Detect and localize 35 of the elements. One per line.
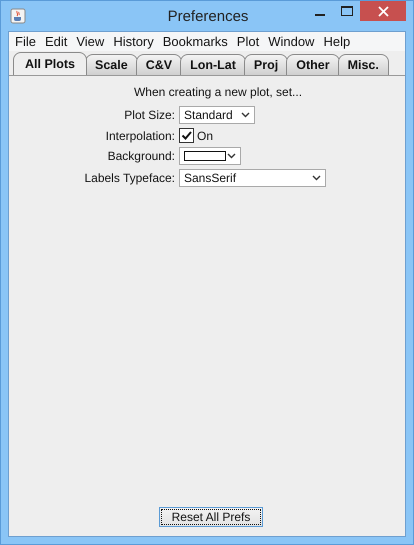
reset-button[interactable]: Reset All Prefs	[158, 507, 264, 527]
chevron-icon	[227, 153, 236, 159]
minimize-icon	[314, 14, 324, 16]
menu-item[interactable]: File	[11, 34, 41, 49]
heading-text: When creating a new plot, set...	[132, 85, 304, 99]
checkbox-label: On	[197, 128, 214, 142]
tab[interactable]: Scale	[85, 54, 138, 75]
maximize-icon	[340, 6, 352, 16]
close-icon	[378, 6, 388, 16]
menu-item[interactable]: Bookmarks	[158, 34, 233, 49]
field-label: Labels Typeface:	[83, 171, 176, 185]
menu-item[interactable]: Edit	[40, 34, 72, 49]
field-label: Background:	[106, 149, 176, 163]
menu-item[interactable]: View	[72, 34, 110, 49]
coffee-cup-icon	[10, 8, 26, 24]
tab[interactable]: C&V	[136, 54, 182, 75]
color-dropdown[interactable]	[179, 147, 241, 165]
tab[interactable]: Proj	[244, 54, 288, 75]
chevron-icon	[312, 175, 321, 181]
window-title: Preferences	[166, 8, 250, 24]
menu-item[interactable]: Plot	[232, 34, 264, 49]
tab[interactable]: Other	[286, 54, 340, 75]
chevron-icon	[241, 112, 250, 118]
checkbox[interactable]	[179, 128, 194, 143]
tab[interactable]: Misc.	[338, 54, 389, 75]
menu-item[interactable]: History	[109, 34, 159, 49]
tab[interactable]: All Plots	[13, 52, 88, 75]
tab[interactable]: Lon-Lat	[180, 54, 246, 75]
field-label: Plot Size:	[123, 108, 176, 122]
dropdown[interactable]: SansSerif	[179, 169, 326, 187]
menu-item[interactable]: Help	[319, 34, 356, 49]
field-label: Interpolation:	[104, 128, 176, 142]
menu-item[interactable]: Window	[264, 34, 320, 49]
dropdown[interactable]: Standard	[179, 106, 255, 124]
close-button[interactable]	[360, 1, 406, 21]
